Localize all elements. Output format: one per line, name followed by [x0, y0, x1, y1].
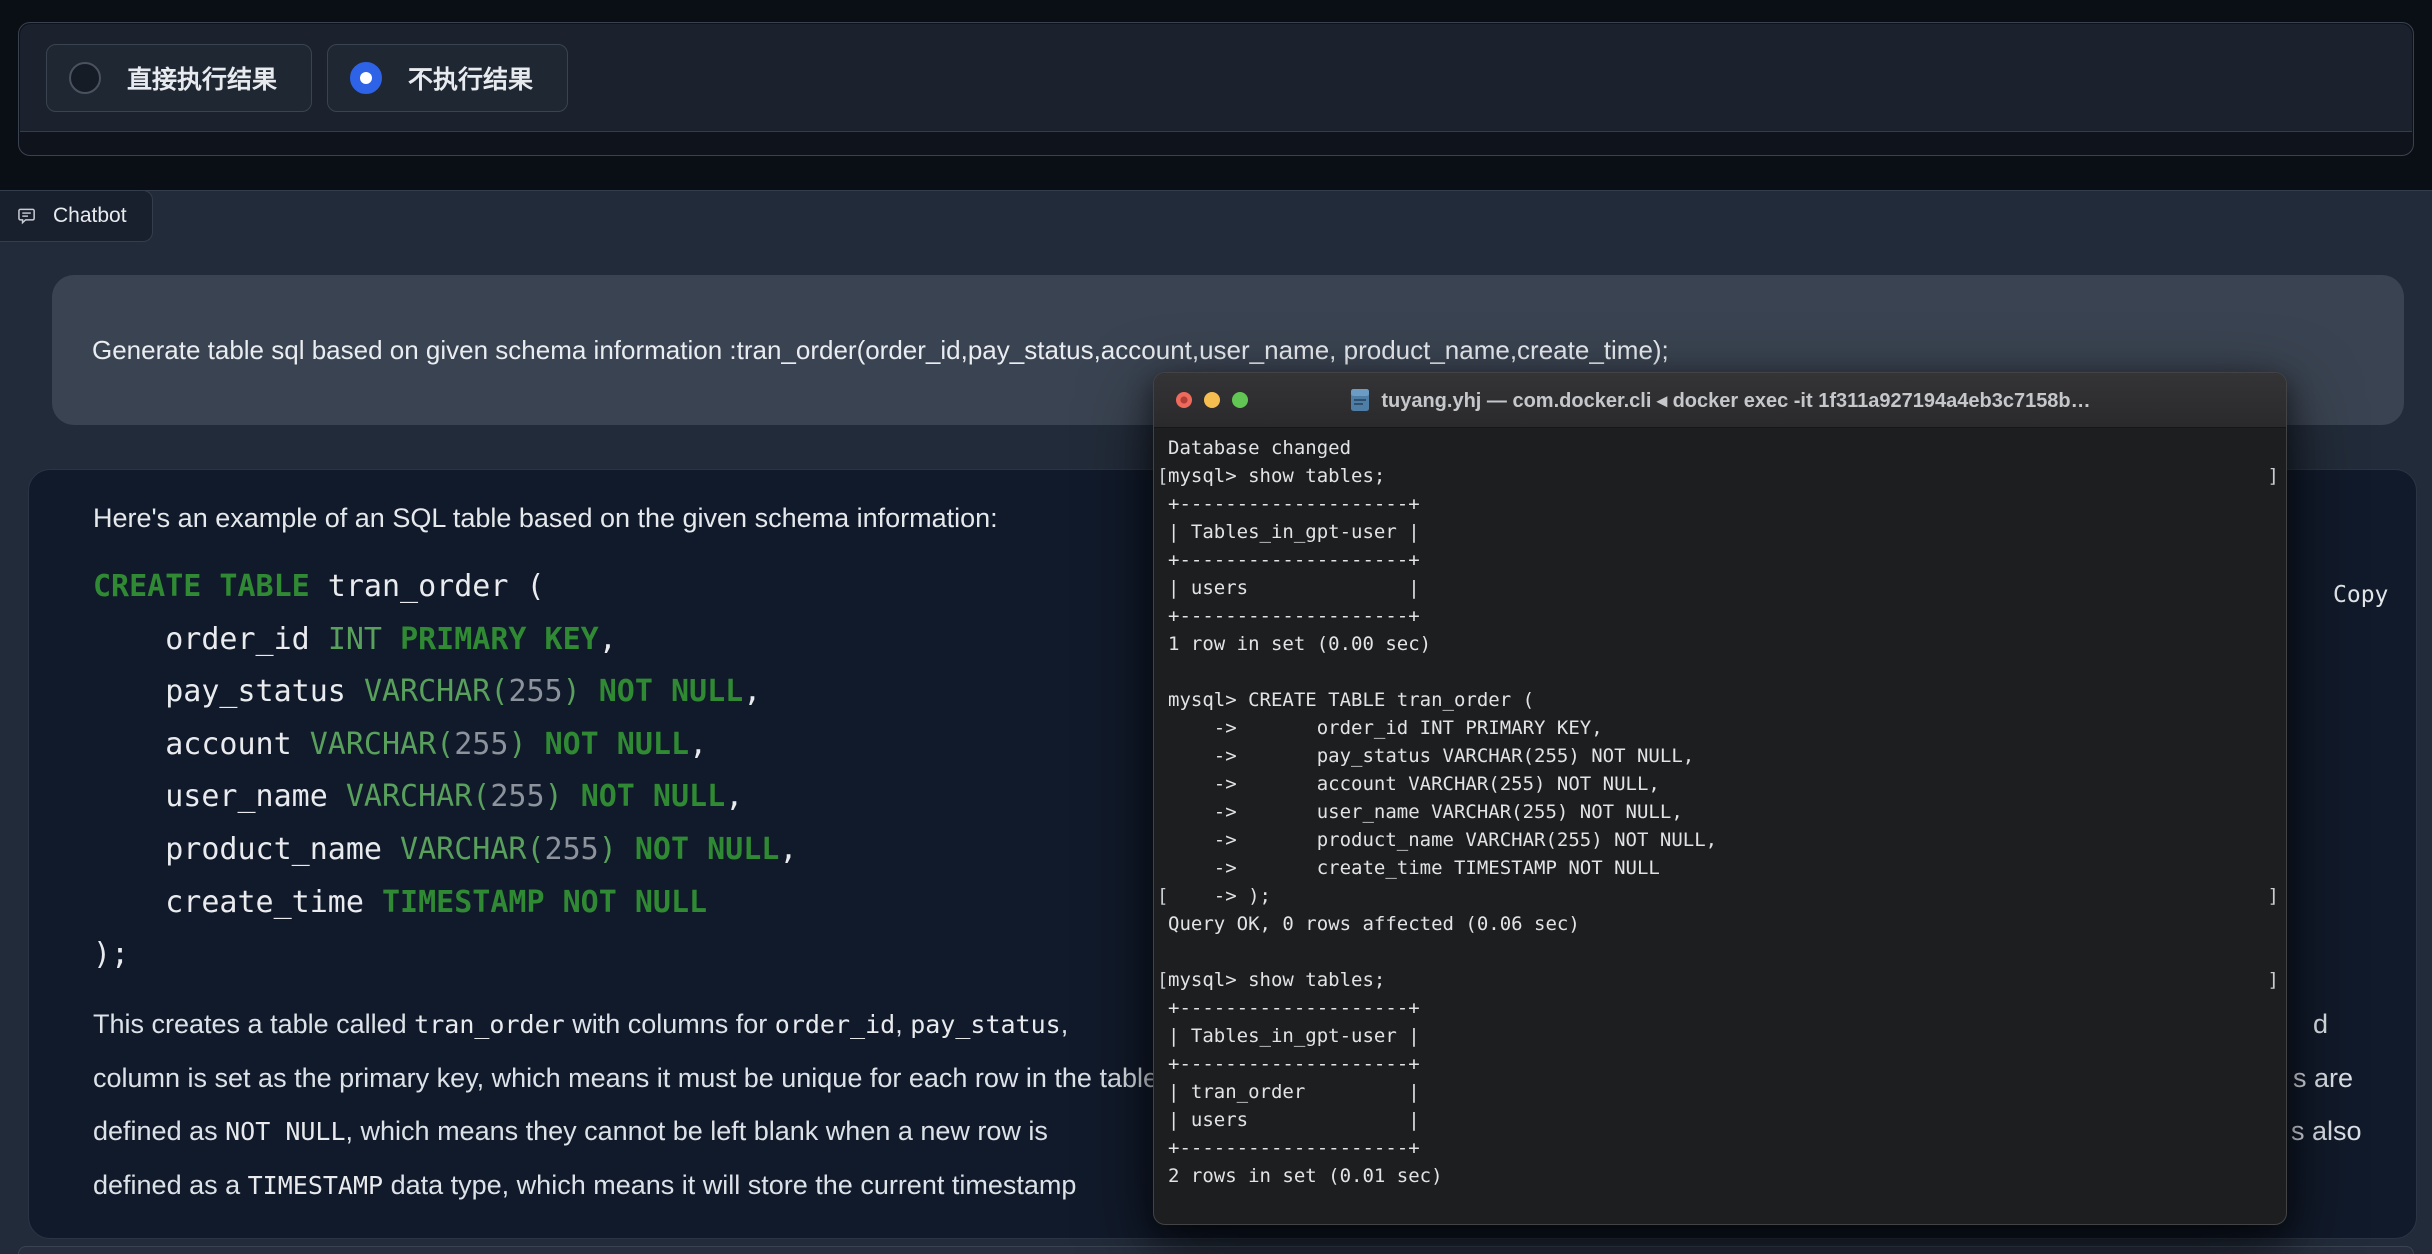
tab-chatbot[interactable]: Chatbot: [0, 190, 153, 242]
terminal-line: +--------------------+: [1154, 546, 2286, 574]
terminal-line: -> product_name VARCHAR(255) NOT NULL,: [1154, 826, 2286, 854]
copy-code-button[interactable]: Copy: [2333, 582, 2388, 608]
radio-unselected-icon[interactable]: [69, 62, 101, 94]
sql-code-line: pay_status VARCHAR(255) NOT NULL,: [93, 666, 797, 719]
terminal-line: [1154, 658, 2286, 686]
terminal-line: Database changed: [1154, 434, 2286, 462]
zoom-window-icon[interactable]: [1232, 392, 1248, 408]
terminal-line: mysql> show tables;[]: [1154, 462, 2286, 490]
traffic-lights: [1176, 392, 1248, 408]
terminal-window[interactable]: tuyang.yhj — com.docker.cli ◂ docker exe…: [1153, 372, 2287, 1225]
sql-code-line: CREATE TABLE tran_order (: [93, 561, 797, 614]
sql-code-block: CREATE TABLE tran_order ( order_id INT P…: [93, 561, 797, 982]
terminal-line: | Tables_in_gpt-user |: [1154, 1022, 2286, 1050]
terminal-line: -> create_time TIMESTAMP NOT NULL: [1154, 854, 2286, 882]
terminal-line: +--------------------+: [1154, 602, 2286, 630]
terminal-line: | tran_order |: [1154, 1078, 2286, 1106]
execution-radio-group: 直接执行结果 不执行结果: [20, 24, 2412, 132]
terminal-line: 2 rows in set (0.01 sec): [1154, 1162, 2286, 1190]
terminal-line: Query OK, 0 rows affected (0.06 sec): [1154, 910, 2286, 938]
minimize-window-icon[interactable]: [1204, 392, 1220, 408]
terminal-line: | users |: [1154, 574, 2286, 602]
sql-code-line: order_id INT PRIMARY KEY,: [93, 614, 797, 667]
radio-option-1[interactable]: 不执行结果: [327, 44, 568, 112]
terminal-titlebar[interactable]: tuyang.yhj — com.docker.cli ◂ docker exe…: [1154, 373, 2286, 428]
sql-code-line: user_name VARCHAR(255) NOT NULL,: [93, 771, 797, 824]
radio-option-0[interactable]: 直接执行结果: [46, 44, 312, 112]
user-message-text: Generate table sql based on given schema…: [92, 335, 1669, 366]
sql-code-line: product_name VARCHAR(255) NOT NULL,: [93, 824, 797, 877]
explanation-line-tail: s are: [2293, 1052, 2353, 1106]
terminal-line: | users |: [1154, 1106, 2286, 1134]
terminal-line: mysql> CREATE TABLE tran_order (: [1154, 686, 2286, 714]
tab-chatbot-label: Chatbot: [53, 204, 127, 228]
radio-option-label: 直接执行结果: [127, 60, 277, 96]
radio-selected-icon[interactable]: [350, 62, 382, 94]
chat-bubble-icon: [18, 207, 37, 226]
next-component-edge: [18, 1246, 2414, 1254]
terminal-line: +--------------------+: [1154, 994, 2286, 1022]
assistant-intro-text: Here's an example of an SQL table based …: [93, 503, 998, 534]
terminal-title: tuyang.yhj — com.docker.cli ◂ docker exe…: [1381, 388, 2090, 413]
terminal-line: 1 row in set (0.00 sec): [1154, 630, 2286, 658]
terminal-line: [1154, 938, 2286, 966]
terminal-line: +--------------------+: [1154, 490, 2286, 518]
terminal-line: mysql> show tables;[]: [1154, 966, 2286, 994]
terminal-line: -> );[]: [1154, 882, 2286, 910]
execution-settings-container: 直接执行结果 不执行结果: [18, 22, 2414, 156]
terminal-line: -> user_name VARCHAR(255) NOT NULL,: [1154, 798, 2286, 826]
explanation-line-tail: d: [2313, 998, 2328, 1052]
terminal-line: -> pay_status VARCHAR(255) NOT NULL,: [1154, 742, 2286, 770]
sql-code-line: create_time TIMESTAMP NOT NULL: [93, 877, 797, 930]
radio-option-label: 不执行结果: [408, 60, 533, 96]
terminal-output[interactable]: Database changedmysql> show tables;[]+--…: [1154, 428, 2286, 1190]
terminal-line: +--------------------+: [1154, 1050, 2286, 1078]
terminal-line: | Tables_in_gpt-user |: [1154, 518, 2286, 546]
sql-code-line: account VARCHAR(255) NOT NULL,: [93, 719, 797, 772]
terminal-line: -> account VARCHAR(255) NOT NULL,: [1154, 770, 2286, 798]
terminal-document-icon: [1349, 388, 1371, 412]
terminal-line: -> order_id INT PRIMARY KEY,: [1154, 714, 2286, 742]
close-window-icon[interactable]: [1176, 392, 1192, 408]
terminal-line: +--------------------+: [1154, 1134, 2286, 1162]
sql-code-line: );: [93, 929, 797, 982]
explanation-line-tail: s also: [2291, 1105, 2362, 1159]
